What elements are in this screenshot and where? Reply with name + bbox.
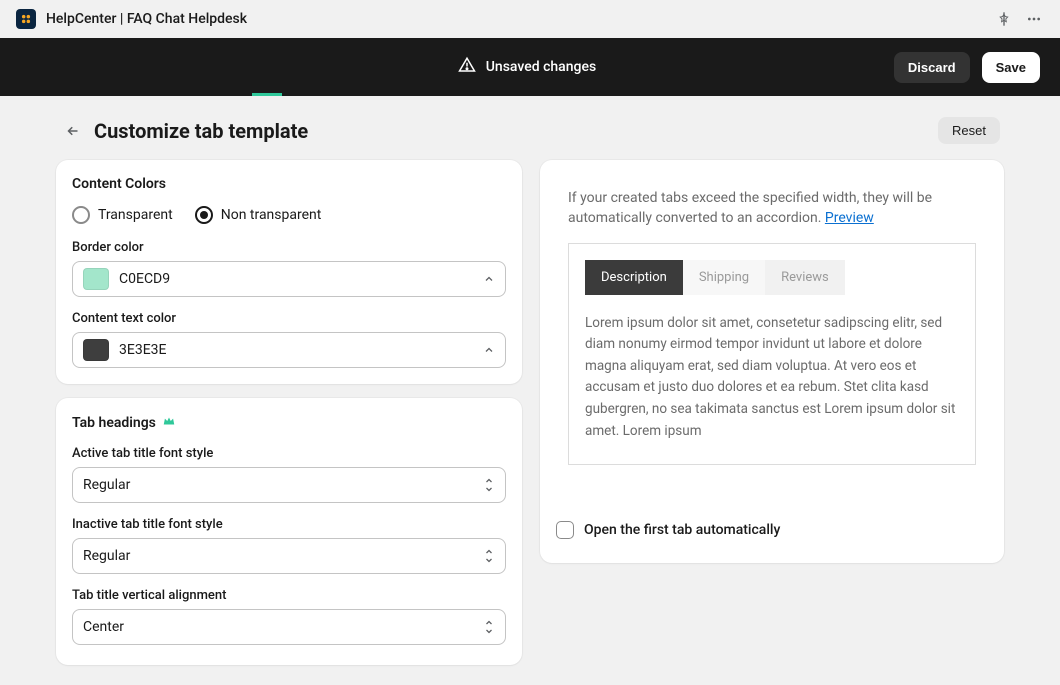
chevron-updown-icon	[483, 548, 495, 564]
vertical-align-label: Tab title vertical alignment	[72, 588, 506, 603]
chevron-updown-icon	[483, 619, 495, 635]
vertical-align-select[interactable]: Center	[72, 609, 506, 645]
preview-card: If your created tabs exceed the specifie…	[540, 160, 1004, 563]
app-title: HelpCenter | FAQ Chat Helpdesk	[46, 11, 247, 27]
accent-sliver	[252, 93, 282, 96]
back-button[interactable]	[60, 118, 86, 144]
save-button[interactable]: Save	[982, 52, 1040, 83]
reset-button[interactable]: Reset	[938, 117, 1000, 144]
text-color-input[interactable]: 3E3E3E	[72, 332, 506, 368]
preview-tab-description[interactable]: Description	[585, 260, 683, 295]
topbar: HelpCenter | FAQ Chat Helpdesk	[0, 0, 1060, 38]
banner-message: Unsaved changes	[486, 59, 596, 75]
preview-box: Description Shipping Reviews Lorem ipsum…	[568, 243, 976, 466]
open-first-tab-label: Open the first tab automatically	[584, 522, 780, 538]
radio-transparent-label: Transparent	[98, 207, 173, 223]
border-color-label: Border color	[72, 240, 506, 255]
preview-body: Lorem ipsum dolor sit amet, consetetur s…	[569, 295, 975, 465]
tab-headings-card: Tab headings Active tab title font style…	[56, 398, 522, 665]
active-style-value: Regular	[83, 477, 495, 493]
radio-icon	[195, 206, 213, 224]
more-icon[interactable]	[1024, 9, 1044, 29]
app-icon	[16, 9, 36, 29]
tab-headings-title: Tab headings	[72, 414, 506, 432]
preview-hint-text: If your created tabs exceed the specifie…	[568, 190, 932, 226]
preview-hint: If your created tabs exceed the specifie…	[556, 176, 988, 229]
text-color-value: 3E3E3E	[119, 342, 495, 358]
active-style-select[interactable]: Regular	[72, 467, 506, 503]
text-color-swatch	[83, 339, 109, 361]
inactive-style-select[interactable]: Regular	[72, 538, 506, 574]
chevron-updown-icon	[483, 477, 495, 493]
content-colors-title: Content Colors	[72, 176, 506, 192]
border-color-value: C0ECD9	[119, 271, 495, 287]
preview-link[interactable]: Preview	[825, 210, 874, 226]
warning-icon	[458, 56, 476, 78]
tab-headings-title-text: Tab headings	[72, 415, 156, 431]
preview-tab-shipping[interactable]: Shipping	[683, 260, 765, 295]
radio-non-transparent-label: Non transparent	[221, 207, 322, 223]
crown-icon	[162, 414, 176, 432]
open-first-tab-checkbox[interactable]	[556, 521, 574, 539]
border-color-input[interactable]: C0ECD9	[72, 261, 506, 297]
text-color-label: Content text color	[72, 311, 506, 326]
inactive-style-label: Inactive tab title font style	[72, 517, 506, 532]
preview-tab-reviews[interactable]: Reviews	[765, 260, 845, 295]
content-colors-card: Content Colors Transparent Non transpare…	[56, 160, 522, 384]
chevron-up-icon	[483, 273, 495, 285]
radio-transparent[interactable]: Transparent	[72, 206, 173, 224]
chevron-up-icon	[483, 344, 495, 356]
active-style-label: Active tab title font style	[72, 446, 506, 461]
discard-button[interactable]: Discard	[894, 52, 970, 83]
inactive-style-value: Regular	[83, 548, 495, 564]
vertical-align-value: Center	[83, 619, 495, 635]
pin-icon[interactable]	[994, 9, 1014, 29]
radio-non-transparent[interactable]: Non transparent	[195, 206, 322, 224]
radio-icon	[72, 206, 90, 224]
border-color-swatch	[83, 268, 109, 290]
unsaved-banner: Unsaved changes Discard Save	[0, 38, 1060, 96]
page-title: Customize tab template	[94, 119, 308, 143]
title-row: Customize tab template Reset	[0, 99, 1060, 154]
